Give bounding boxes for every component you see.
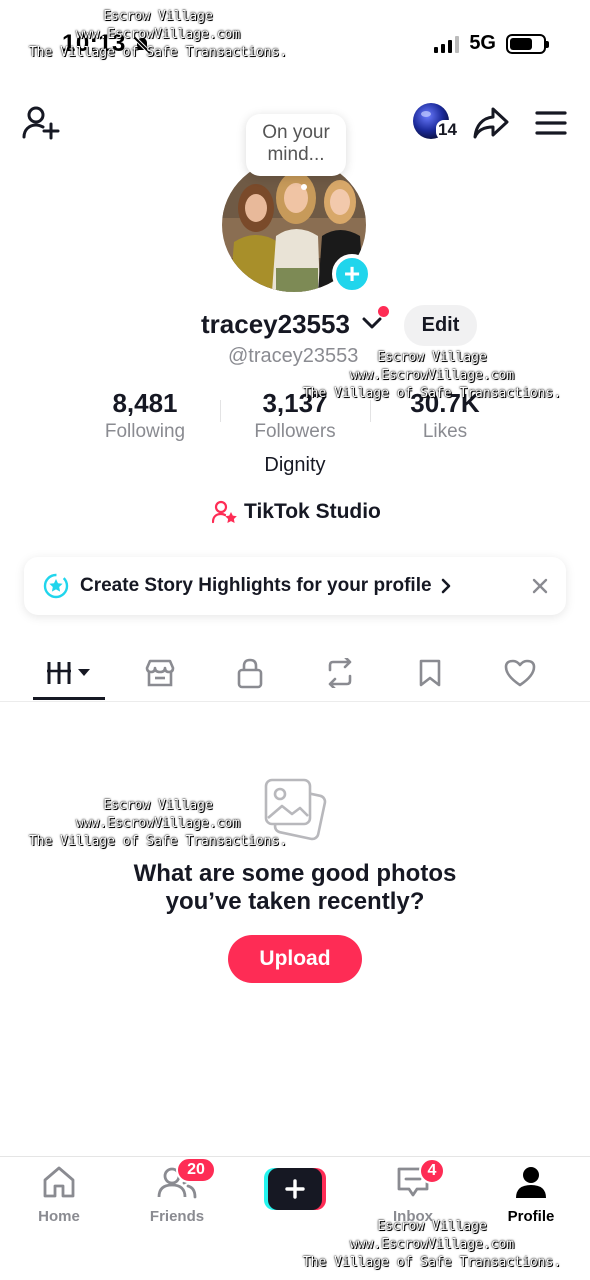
upload-button[interactable]: Upload [228, 935, 362, 983]
stat-value: 8,481 [112, 388, 178, 418]
banner-text: Create Story Highlights for your profile [80, 575, 432, 596]
inbox-badge: 4 [419, 1158, 445, 1184]
nav-inbox[interactable]: Inbox [363, 1165, 463, 1225]
empty-state-line1: What are some good photos [133, 860, 457, 887]
story-count: 14 [436, 120, 459, 140]
silent-bell-icon [132, 36, 152, 54]
photos-icon [264, 778, 327, 841]
profile-person-icon [516, 1167, 546, 1198]
shop-icon [145, 659, 175, 687]
stat-value: 30.7K [410, 388, 480, 418]
nav-friends-label: Friends [149, 1208, 205, 1225]
story-avatar-button[interactable]: 14 [412, 102, 459, 144]
active-tab-indicator [33, 697, 105, 700]
watermark-top-left: Escrow Village www.EscrowVillage.com The… [8, 8, 308, 62]
menu-button[interactable] [530, 102, 572, 144]
notification-dot [378, 306, 389, 317]
home-icon [43, 1166, 75, 1198]
add-friend-button[interactable] [18, 100, 62, 144]
tab-liked[interactable] [484, 646, 556, 700]
add-person-icon [22, 106, 60, 140]
empty-state-title: What are some good photos you’ve taken r… [0, 860, 590, 916]
studio-person-star-icon [212, 500, 237, 524]
edit-profile-button[interactable]: Edit [404, 305, 477, 346]
empty-state-line2: you’ve taken recently? [165, 888, 425, 915]
status-time: 10:13 [62, 30, 126, 57]
stat-label: Likes [422, 421, 468, 442]
nav-home[interactable]: Home [9, 1165, 109, 1225]
chevron-right-icon [441, 578, 450, 594]
tab-reposts[interactable] [304, 646, 376, 700]
tab-favorites[interactable] [394, 646, 466, 700]
username[interactable]: tracey23553 [201, 309, 350, 340]
profile-avatar[interactable]: + [222, 158, 372, 294]
stat-following[interactable]: 8,481 Following [70, 388, 220, 443]
tab-shop[interactable] [124, 646, 196, 700]
highlight-star-icon [43, 573, 69, 599]
repost-icon [328, 658, 352, 688]
thought-bubble-tail [301, 184, 307, 190]
close-icon[interactable] [532, 578, 548, 594]
create-plus-icon [264, 1168, 326, 1210]
user-handle: @tracey23553 [228, 345, 359, 367]
stat-label: Following [104, 421, 186, 442]
tab-private[interactable] [214, 646, 286, 700]
network-type: 5G [469, 32, 496, 54]
nav-profile[interactable]: Profile [481, 1165, 581, 1225]
hamburger-menu-icon [535, 111, 567, 135]
thought-bubble[interactable]: On your mind... [246, 114, 346, 176]
lock-icon [237, 658, 263, 689]
stat-value: 3,137 [262, 388, 328, 418]
chevron-down-icon[interactable] [362, 316, 382, 330]
tab-videos[interactable] [33, 646, 105, 700]
watermark-line: www.EscrowVillage.com [75, 27, 241, 42]
share-button[interactable] [470, 102, 512, 144]
watermark-line: Escrow Village [103, 9, 213, 24]
share-arrow-icon [473, 107, 509, 139]
friends-badge: 20 [176, 1157, 216, 1183]
watermark-line: The Village of Safe Transactions. [28, 45, 288, 60]
stat-label: Followers [254, 421, 336, 442]
bookmark-icon [419, 659, 441, 687]
story-highlights-banner[interactable]: Create Story Highlights for your profile [24, 557, 566, 615]
nav-inbox-label: Inbox [393, 1208, 433, 1225]
studio-label: TikTok Studio [244, 500, 381, 523]
signal-icon [434, 35, 460, 53]
stat-likes[interactable]: 30.7K Likes [370, 388, 520, 443]
nav-home-label: Home [38, 1208, 80, 1225]
create-button[interactable] [264, 1168, 326, 1210]
profile-bio: Dignity [264, 454, 326, 476]
heart-icon [504, 659, 536, 687]
status-indicators: 5G [434, 32, 549, 55]
nav-profile-label: Profile [507, 1208, 555, 1225]
battery-icon [506, 33, 549, 54]
content-tabs [0, 646, 590, 702]
stat-followers[interactable]: 3,137 Followers [220, 388, 370, 443]
watermark-line: www.EscrowVillage.com [349, 368, 515, 383]
grid-lines-icon [47, 662, 90, 684]
add-story-button[interactable]: + [332, 254, 372, 294]
tiktok-studio-link[interactable]: TikTok Studio [212, 500, 381, 524]
